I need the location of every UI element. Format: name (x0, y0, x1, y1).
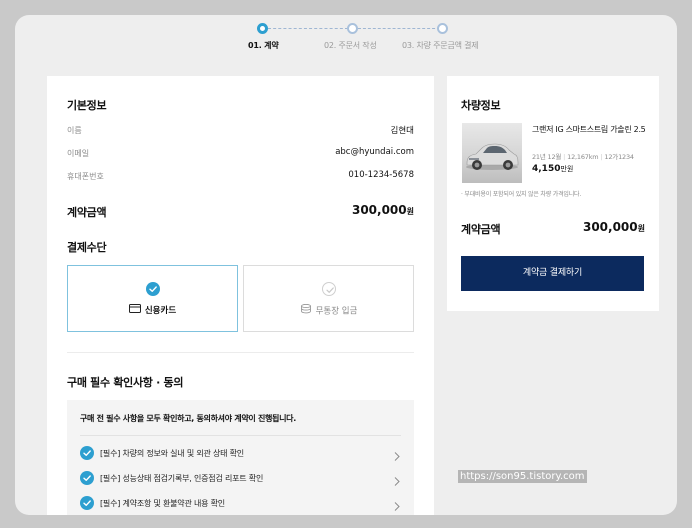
page-frame: 01. 계약 02. 주문서 작성 03. 차량 주문금액 결제 기본정보 이름… (15, 15, 677, 515)
phone-value: 010-1234-5678 (348, 170, 414, 180)
vehicle-price-note: · 부대비용이 포함되어 있지 않은 차량 가격입니다. (461, 191, 582, 198)
step-connector (268, 28, 348, 29)
coins-icon (300, 303, 312, 317)
vehicle-spec-year: 21년 12월 (532, 153, 562, 161)
contract-amount-value: 300,000원 (352, 203, 414, 217)
vehicle-contract-amount-unit: 원 (637, 224, 645, 233)
name-value: 김현대 (390, 126, 414, 136)
agreements-title: 구매 필수 확인사항 · 동의 (67, 376, 184, 389)
contract-amount-number: 300,000 (351, 203, 407, 217)
agreement-item-vehicle-condition[interactable]: [필수] 차량의 정보와 실내 및 외관 상태 확인 (80, 445, 401, 461)
agreements-notice: 구매 전 필수 사항을 모두 확인하고, 동의하셔야 계약이 진행됩니다. (80, 414, 296, 423)
vehicle-contract-amount-value: 300,000원 (583, 220, 645, 234)
agreement-item-refund-terms[interactable]: [필수] 계약조항 및 환불약관 내용 확인 (80, 495, 401, 511)
chevron-right-icon[interactable] (393, 447, 401, 466)
payment-method-title: 결제수단 (67, 241, 107, 254)
watermark-text: https://son95.tistory.com (458, 470, 587, 483)
payment-option-label: 무통장 입금 (244, 303, 413, 317)
chevron-right-icon[interactable] (393, 472, 401, 491)
name-label: 이름 (67, 126, 82, 135)
agreements-divider (80, 435, 401, 436)
agreements-box: 구매 전 필수 사항을 모두 확인하고, 동의하셔야 계약이 진행됩니다. [필… (67, 400, 414, 515)
vehicle-contract-amount-label: 계약금액 (461, 223, 501, 236)
check-circle-outline-icon (322, 282, 336, 296)
vehicle-photo (462, 123, 522, 183)
vehicle-info-panel: 차량정보 그랜저 IG 스마트스트림 가솔린 2.5 21년 12월 | 12,16… (447, 76, 659, 311)
agreement-item-label: [필수] 차량의 정보와 실내 및 외관 상태 확인 (100, 449, 244, 458)
payment-option-credit-card[interactable]: 신용카드 (67, 265, 238, 332)
step-label-1: 01. 계약 (248, 41, 279, 50)
step-dot-1 (257, 23, 268, 34)
step-label-3: 03. 차량 주문금액 결제 (402, 41, 479, 50)
contract-form-panel: 기본정보 이름 김현대 이메일 abc@hyundai.com 휴대폰번호 01… (47, 76, 434, 515)
vehicle-price: 4,150만원 (532, 164, 573, 174)
check-circle-icon[interactable] (80, 471, 94, 485)
step-label-2: 02. 주문서 작성 (324, 41, 377, 50)
pay-deposit-button[interactable]: 계약금 결제하기 (461, 256, 644, 291)
vehicle-name: 그랜저 IG 스마트스트림 가솔린 2.5 (532, 125, 646, 134)
credit-card-icon (128, 304, 141, 316)
agreement-item-label: [필수] 성능상태 점검기록부, 인증점검 리포트 확인 (100, 474, 264, 483)
phone-label: 휴대폰번호 (67, 172, 104, 181)
vehicle-specs: 21년 12월 | 12,167km | 12가1234 (532, 153, 634, 161)
email-label: 이메일 (67, 149, 90, 158)
step-connector (358, 28, 440, 29)
basic-info-title: 기본정보 (67, 99, 107, 112)
step-dot-2 (347, 23, 358, 34)
contract-amount-label: 계약금액 (67, 206, 107, 219)
section-divider (67, 352, 414, 353)
check-circle-icon[interactable] (80, 496, 94, 510)
check-circle-icon (146, 282, 160, 296)
contract-amount-unit: 원 (406, 207, 414, 216)
chevron-right-icon[interactable] (393, 497, 401, 515)
vehicle-spec-plate: 12가1234 (604, 153, 634, 161)
vehicle-spec-mileage: 12,167km (567, 153, 599, 161)
agreement-item-label: [필수] 계약조항 및 환불약관 내용 확인 (100, 499, 225, 508)
agreement-item-inspection-report[interactable]: [필수] 성능상태 점검기록부, 인증점검 리포트 확인 (80, 470, 401, 486)
check-circle-icon[interactable] (80, 446, 94, 460)
email-value: abc@hyundai.com (335, 147, 414, 157)
payment-option-bank-transfer[interactable]: 무통장 입금 (243, 265, 414, 332)
vehicle-price-number: 4,150 (532, 164, 561, 174)
bank-transfer-label: 무통장 입금 (315, 306, 358, 317)
vehicle-info-title: 차량정보 (461, 99, 501, 112)
progress-stepper: 01. 계약 02. 주문서 작성 03. 차량 주문금액 결제 (15, 15, 677, 75)
vehicle-contract-amount-number: 300,000 (582, 220, 638, 234)
credit-card-label: 신용카드 (144, 306, 177, 316)
step-dot-3 (437, 23, 448, 34)
vehicle-price-unit: 만원 (560, 165, 574, 173)
payment-option-label: 신용카드 (68, 304, 237, 316)
